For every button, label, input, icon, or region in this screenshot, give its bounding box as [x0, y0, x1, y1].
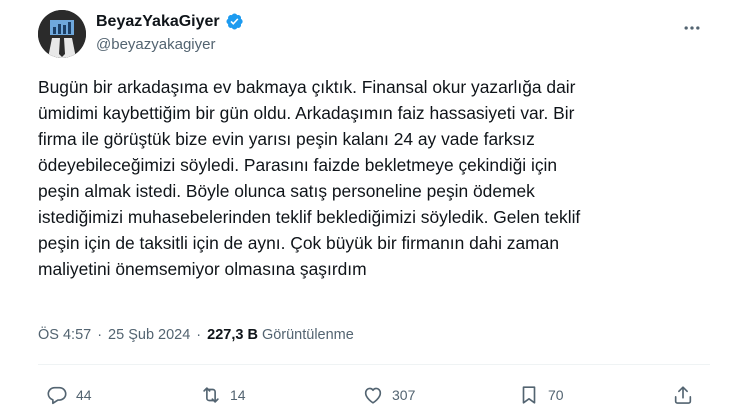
tweet-date[interactable]: 25 Şub 2024 — [108, 327, 190, 343]
user-names: BeyazYakaGiyer @beyazyakagiyer — [96, 12, 244, 53]
reply-button[interactable]: 44 — [46, 384, 92, 406]
separator: · — [196, 327, 202, 343]
bookmark-button[interactable]: 70 — [518, 384, 564, 406]
share-icon — [674, 386, 692, 404]
retweet-count: 14 — [230, 387, 246, 403]
display-name[interactable]: BeyazYakaGiyer — [96, 13, 220, 31]
tweet-metadata: ÖS 4:57 · 25 Şub 2024 · 227,3 B Görüntül… — [38, 327, 354, 343]
more-horizontal-icon[interactable] — [678, 16, 706, 40]
views-count[interactable]: 227,3 B — [207, 327, 258, 343]
heart-icon — [364, 387, 382, 404]
avatar[interactable] — [38, 10, 86, 58]
bookmark-icon — [522, 386, 536, 404]
retweet-icon — [203, 387, 219, 403]
separator: · — [97, 327, 103, 343]
avatar-image — [38, 10, 86, 58]
share-button[interactable] — [672, 384, 694, 406]
retweet-button[interactable]: 14 — [200, 384, 246, 406]
user-handle[interactable]: @beyazyakagiyer — [96, 36, 244, 53]
divider — [38, 364, 710, 365]
verified-badge-icon — [225, 12, 244, 31]
tweet-text: Bugün bir arkadaşıma ev bakmaya çıktık. … — [38, 77, 581, 279]
tweet-header: BeyazYakaGiyer @beyazyakagiyer — [38, 8, 710, 60]
tweet-time[interactable]: ÖS 4:57 — [38, 327, 91, 343]
like-count: 307 — [392, 387, 416, 403]
action-bar: 44 14 307 70 — [46, 384, 700, 412]
tweet-card: BeyazYakaGiyer @beyazyakagiyer Bugün bir… — [0, 0, 730, 420]
like-button[interactable]: 307 — [362, 384, 415, 406]
views-label: Görüntülenme — [261, 327, 354, 343]
bookmark-count: 70 — [548, 387, 564, 403]
reply-count: 44 — [76, 387, 92, 403]
reply-icon — [47, 386, 67, 405]
